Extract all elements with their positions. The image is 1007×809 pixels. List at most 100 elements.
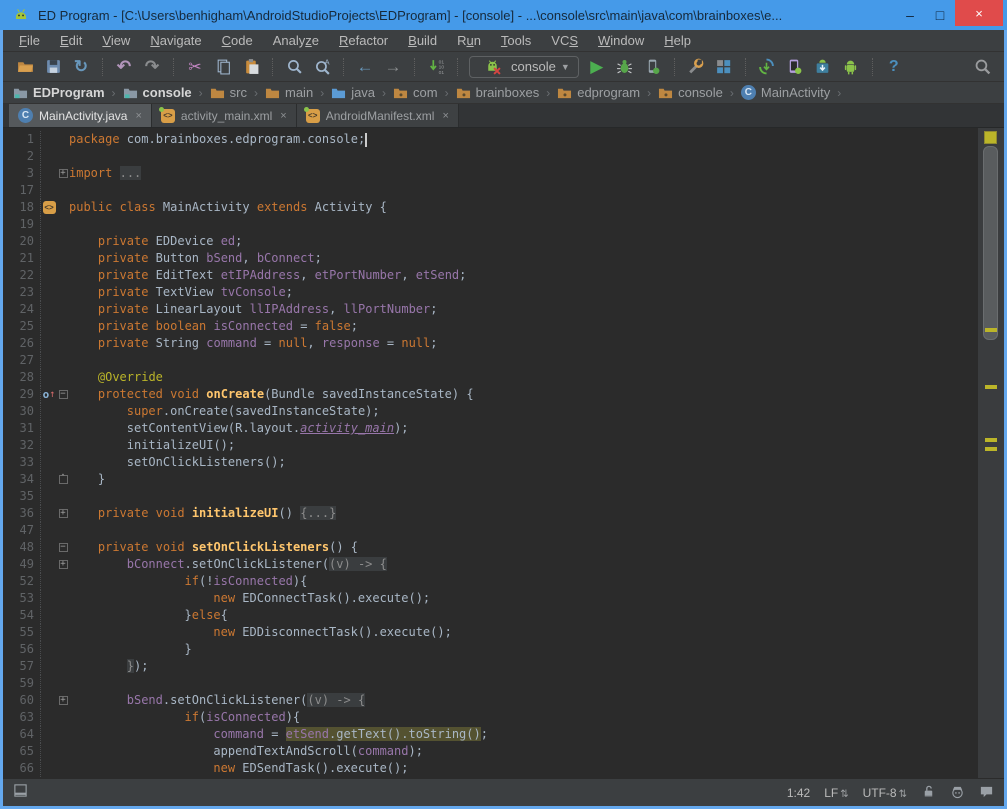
code-line-32[interactable]: 32initializeUI(); (3, 437, 978, 454)
menu-file[interactable]: File (9, 31, 50, 50)
code-line-17[interactable]: 17 (3, 182, 978, 199)
synchronize-icon[interactable]: ↻ (69, 55, 93, 79)
code-line-57[interactable]: 57}); (3, 658, 978, 675)
warning-stripe-mark[interactable] (985, 328, 997, 332)
gradle-sync-icon[interactable] (755, 55, 779, 79)
caret-position[interactable]: 1:42 (787, 786, 810, 800)
close-button[interactable]: × (955, 0, 1003, 26)
code-line-48[interactable]: 48−private void setOnClickListeners() { (3, 539, 978, 556)
code-line-54[interactable]: 54}else{ (3, 607, 978, 624)
save-all-icon[interactable] (41, 55, 65, 79)
code-line-36[interactable]: 36+private void initializeUI() {...} (3, 505, 978, 522)
code-line-2[interactable]: 2 (3, 148, 978, 165)
menu-refactor[interactable]: Refactor (329, 31, 398, 50)
search-everywhere-icon[interactable] (970, 55, 994, 79)
fold-minus-icon[interactable]: − (57, 539, 69, 556)
code-line-52[interactable]: 52if(!isConnected){ (3, 573, 978, 590)
cut-icon[interactable]: ✂ (183, 55, 207, 79)
undo-icon[interactable]: ↶ (112, 55, 136, 79)
toolwindow-toggle-icon[interactable] (13, 783, 28, 803)
fold-end-icon[interactable]: ˆ (57, 471, 69, 488)
code-line-55[interactable]: 55new EDDisconnectTask().execute(); (3, 624, 978, 641)
breadcrumb-console[interactable]: console (658, 85, 723, 100)
menu-code[interactable]: Code (212, 31, 263, 50)
code-line-49[interactable]: 49+bConnect.setOnClickListener((v) -> { (3, 556, 978, 573)
fold-plus-icon[interactable]: + (57, 556, 69, 573)
code-line-3[interactable]: 3+import ... (3, 165, 978, 182)
code-line-59[interactable]: 59 (3, 675, 978, 692)
code-line-66[interactable]: 66new EDSendTask().execute(); (3, 760, 978, 777)
code-line-35[interactable]: 35 (3, 488, 978, 505)
run-icon[interactable]: ▶ (585, 55, 609, 79)
code-line-56[interactable]: 56} (3, 641, 978, 658)
warning-stripe-mark[interactable] (985, 447, 997, 451)
device-monitor-icon[interactable] (839, 55, 863, 79)
code-line-22[interactable]: 22private EditText etIPAddress, etPortNu… (3, 267, 978, 284)
copy-icon[interactable] (211, 55, 235, 79)
code-line-21[interactable]: 21private Button bSend, bConnect; (3, 250, 978, 267)
menu-analyze[interactable]: Analyze (263, 31, 329, 50)
tab-close-icon[interactable]: × (135, 110, 141, 122)
forward-icon[interactable]: → (381, 55, 405, 79)
fold-minus-icon[interactable]: − (57, 386, 69, 403)
tab-mainactivity-java[interactable]: CMainActivity.java× (9, 104, 152, 127)
code-line-28[interactable]: 28@Override (3, 369, 978, 386)
code-line-1[interactable]: 1package com.brainboxes.edprogram.consol… (3, 131, 978, 148)
tab-close-icon[interactable]: × (442, 110, 448, 122)
code-line-20[interactable]: 20private EDDevice ed; (3, 233, 978, 250)
breadcrumb-com[interactable]: com (393, 85, 438, 100)
code-line-53[interactable]: 53new EDConnectTask().execute(); (3, 590, 978, 607)
menu-view[interactable]: View (92, 31, 140, 50)
attach-debugger-icon[interactable] (641, 55, 665, 79)
menu-run[interactable]: Run (447, 31, 491, 50)
code-line-19[interactable]: 19 (3, 216, 978, 233)
code-line-64[interactable]: 64command = etSend.getText().toString(); (3, 726, 978, 743)
code-line-24[interactable]: 24private LinearLayout llIPAddress, llPo… (3, 301, 978, 318)
replace-icon[interactable]: A (310, 55, 334, 79)
code-line-47[interactable]: 47 (3, 522, 978, 539)
breadcrumb-mainactivity[interactable]: CMainActivity (741, 85, 830, 100)
menu-window[interactable]: Window (588, 31, 654, 50)
code-line-33[interactable]: 33setOnClickListeners(); (3, 454, 978, 471)
code-line-27[interactable]: 27 (3, 352, 978, 369)
code-line-18[interactable]: 18<>public class MainActivity extends Ac… (3, 199, 978, 216)
code-line-60[interactable]: 60+bSend.setOnClickListener((v) -> { (3, 692, 978, 709)
file-status-indicator[interactable] (984, 131, 997, 144)
update-info-icon[interactable]: 011001 (424, 55, 448, 79)
debug-icon[interactable] (613, 55, 637, 79)
sdk-wrench-icon[interactable] (684, 55, 708, 79)
back-icon[interactable]: ← (353, 55, 377, 79)
code-line-29[interactable]: 29o↑−protected void onCreate(Bundle save… (3, 386, 978, 403)
open-folder-icon[interactable] (13, 55, 37, 79)
tab-activity_main-xml[interactable]: <>activity_main.xml× (152, 104, 297, 127)
hector-inspection-icon[interactable] (950, 784, 965, 802)
editor-scrollbar[interactable] (978, 128, 1004, 778)
help-icon[interactable]: ? (882, 55, 906, 79)
find-icon[interactable] (282, 55, 306, 79)
overriding-method-icon[interactable]: o↑ (41, 386, 57, 403)
breadcrumb-edprogram[interactable]: EDProgram (13, 85, 105, 100)
breadcrumb-console[interactable]: console (123, 85, 192, 100)
menu-vcs[interactable]: VCS (541, 31, 588, 50)
menu-edit[interactable]: Edit (50, 31, 92, 50)
event-log-bubble-icon[interactable] (979, 784, 994, 802)
paste-icon[interactable] (239, 55, 263, 79)
breadcrumb-src[interactable]: src (210, 85, 247, 100)
warning-stripe-mark[interactable] (985, 438, 997, 442)
code-line-25[interactable]: 25private boolean isConnected = false; (3, 318, 978, 335)
minimize-button[interactable]: – (895, 3, 925, 27)
fold-plus-icon[interactable]: + (57, 165, 69, 182)
project-structure-icon[interactable] (712, 55, 736, 79)
code-line-63[interactable]: 63if(isConnected){ (3, 709, 978, 726)
menu-tools[interactable]: Tools (491, 31, 541, 50)
sdk-download-icon[interactable] (811, 55, 835, 79)
code-editor[interactable]: 1package com.brainboxes.edprogram.consol… (3, 128, 978, 778)
code-line-23[interactable]: 23private TextView tvConsole; (3, 284, 978, 301)
avd-manager-icon[interactable] (783, 55, 807, 79)
redo-icon[interactable]: ↷ (140, 55, 164, 79)
maximize-button[interactable]: □ (925, 3, 955, 27)
menu-navigate[interactable]: Navigate (140, 31, 211, 50)
breadcrumb-main[interactable]: main (265, 85, 313, 100)
fold-plus-icon[interactable]: + (57, 692, 69, 709)
code-line-26[interactable]: 26private String command = null, respons… (3, 335, 978, 352)
